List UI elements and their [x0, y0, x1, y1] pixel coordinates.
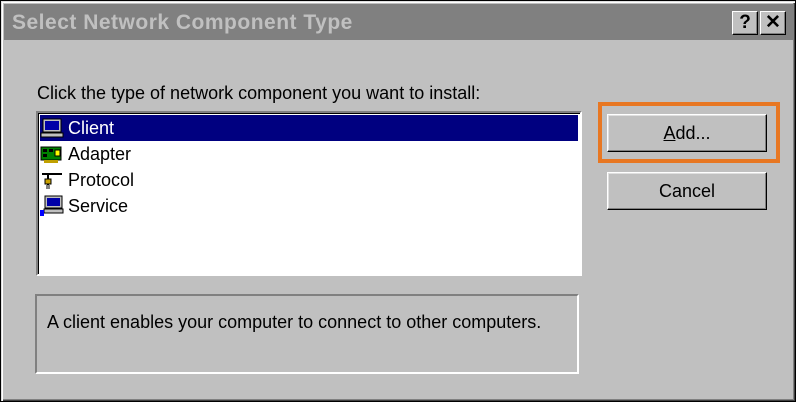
select-network-component-dialog: Select Network Component Type ? ✕ Click … — [0, 0, 796, 402]
service-icon — [40, 195, 64, 217]
list-item-service[interactable]: Service — [40, 193, 130, 219]
instruction-label: Click the type of network component you … — [37, 83, 481, 103]
protocol-icon — [40, 169, 64, 191]
add-button-highlight — [598, 102, 780, 163]
list-item-adapter[interactable]: Adapter — [40, 141, 133, 167]
list-item-label: Service — [68, 195, 129, 216]
client-computer-icon — [40, 117, 64, 139]
cancel-button[interactable]: Cancel — [607, 172, 767, 210]
network-adapter-icon — [40, 143, 64, 165]
list-item-label: Protocol — [68, 169, 135, 190]
component-type-list[interactable]: Client Adapter Protocol Service — [36, 111, 582, 276]
help-button[interactable]: ? — [732, 11, 758, 35]
window-title: Select Network Component Type — [12, 11, 353, 34]
list-item-label: Adapter — [68, 143, 132, 164]
description-box: A client enables your computer to connec… — [35, 294, 579, 374]
title-bar[interactable]: Select Network Component Type ? ✕ — [4, 4, 793, 40]
list-item-client[interactable]: Client — [40, 115, 578, 141]
close-button[interactable]: ✕ — [760, 11, 786, 35]
list-item-protocol[interactable]: Protocol — [40, 167, 136, 193]
list-item-label: Client — [68, 117, 115, 138]
